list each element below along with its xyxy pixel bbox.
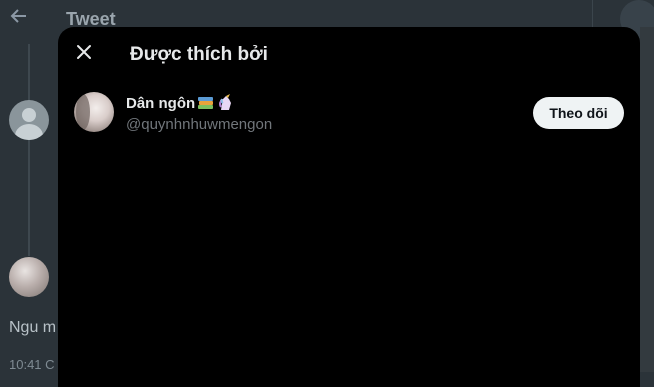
unicorn-emoji-icon — [219, 94, 232, 110]
books-emoji-icon — [198, 97, 214, 109]
tweet-text: Ngu m — [9, 319, 57, 336]
modal-title: Được thích bởi — [130, 44, 268, 65]
back-arrow-icon[interactable] — [8, 6, 30, 28]
default-avatar-icon[interactable] — [9, 100, 49, 140]
user-handle[interactable]: @quynhnhuwmengon — [126, 116, 272, 133]
avatar[interactable] — [74, 92, 114, 132]
list-item[interactable]: Dân ngôn @quynhnhuwmengon Theo dõi — [58, 85, 640, 141]
user-name-text: Dân ngôn — [126, 94, 196, 112]
user-name[interactable]: Dân ngôn — [126, 94, 235, 112]
follow-button[interactable]: Theo dõi — [533, 97, 624, 129]
close-icon — [77, 45, 91, 59]
close-button[interactable] — [72, 40, 96, 64]
liked-by-modal: Được thích bởi Dân ngôn @quynhnhuwmengon… — [58, 27, 640, 387]
tweet-timestamp[interactable]: 10:41 C — [9, 357, 55, 372]
scrollbar[interactable] — [640, 27, 654, 372]
avatar[interactable] — [9, 257, 49, 297]
thread-line — [28, 44, 30, 256]
